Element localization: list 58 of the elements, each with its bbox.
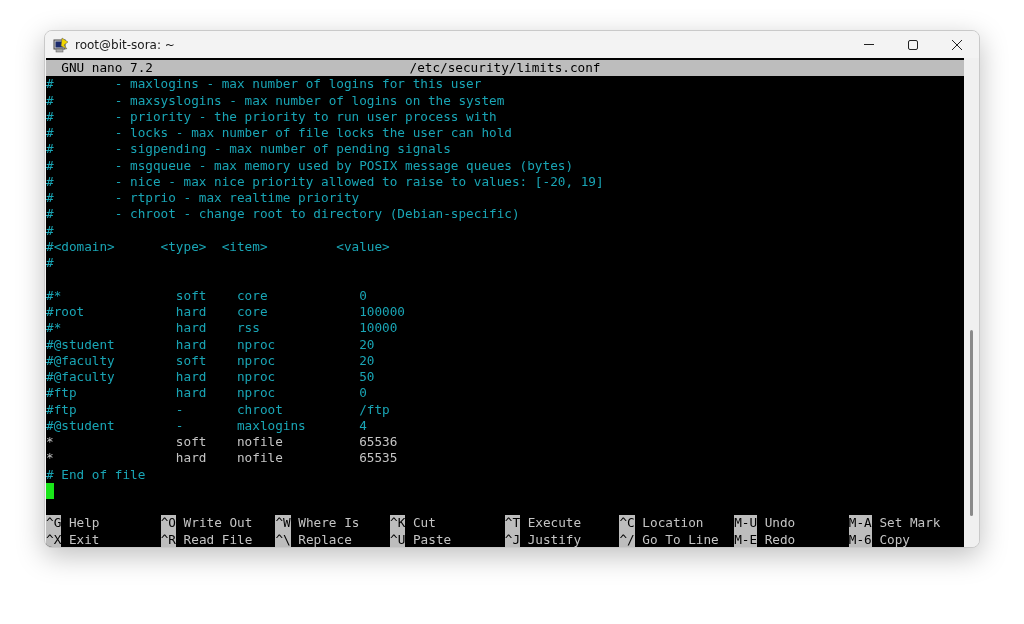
comment-line: # - maxlogins - max number of logins for this user	[46, 76, 482, 92]
text-cursor	[46, 482, 54, 500]
shortcut-label: Set Mark	[879, 515, 941, 532]
shortcut-label: Replace	[298, 531, 352, 547]
shortcut-key: ^O	[160, 515, 176, 532]
comment-line: #ftp hard nproc 0	[46, 385, 367, 401]
comment-line: #	[46, 222, 54, 238]
comment-line: # - maxsyslogins - max number of logins on the system	[46, 92, 505, 108]
shortcut-key: ^T	[504, 515, 521, 532]
shortcut-label: Read File	[183, 531, 253, 547]
shortcut-key: ^K	[390, 515, 406, 532]
comment-line: # - priority - the priority to run user process with	[46, 108, 497, 124]
shortcut-key: M-A	[848, 515, 872, 532]
window-title: root@bit-sora: ~	[75, 37, 176, 52]
maximize-icon	[908, 39, 918, 50]
terminal-app-icon	[53, 36, 69, 53]
nano-version: GNU nano 7.2	[60, 60, 154, 77]
comment-line: # - locks - max number of file locks the user can hold	[46, 125, 512, 141]
shortcut-label: Undo	[764, 515, 796, 532]
shortcut-key: ^C	[619, 515, 635, 532]
close-icon	[952, 39, 962, 50]
comment-line: #@student - maxlogins 4	[46, 417, 367, 433]
config-line: * hard nofile 65535	[46, 450, 398, 466]
comment-line: #<domain> <type> <item> <value>	[46, 238, 390, 254]
shortcut-label: Paste	[413, 531, 452, 547]
shortcut-label: Copy	[879, 531, 910, 547]
shortcut-label: Help	[68, 515, 100, 532]
shortcut-label: Write Out	[183, 515, 253, 532]
comment-line: #	[46, 255, 54, 271]
shortcut-label: Execute	[527, 515, 582, 532]
comment-line: #@faculty hard nproc 50	[46, 369, 375, 385]
comment-line: #@faculty soft nproc 20	[46, 352, 375, 368]
comment-line: #@student hard nproc 20	[46, 336, 375, 352]
shortcut-key: ^W	[275, 515, 291, 532]
shortcut-label: Exit	[68, 531, 100, 547]
scrollbar-thumb[interactable]	[970, 330, 973, 516]
shortcut-label: Where Is	[298, 515, 360, 532]
scrollbar[interactable]	[964, 58, 979, 547]
minimize-icon	[864, 44, 874, 45]
comment-line: #* hard rss 10000	[46, 320, 398, 336]
shortcut-label: Redo	[764, 531, 796, 547]
shortcut-label: Cut	[413, 515, 436, 532]
shortcut-label: Location	[642, 515, 704, 532]
comment-line: #root hard core 100000	[46, 304, 405, 319]
shortcut-label: Justify	[527, 531, 582, 547]
config-line: * soft nofile 65536	[46, 434, 398, 450]
comment-line: # - chroot - change root to directory (Debian-specific)	[46, 206, 520, 222]
shortcut-key: ^G	[46, 515, 62, 532]
comment-line: #* soft core 0	[46, 287, 367, 303]
comment-line: # - msgqueue - max memory used by POSIX message queues (bytes)	[46, 157, 574, 173]
comment-line: # - nice - max nice priority allowed to raise to values: [-20, 19]	[46, 173, 604, 189]
comment-line: # - rtprio - max realtime priority	[46, 190, 360, 206]
file-name: /etc/security/limits.conf	[409, 60, 601, 77]
comment-line: # - sigpending - max number of pending signals	[46, 141, 451, 157]
comment-line: # End of file	[46, 466, 146, 482]
shortcut-label: Go To Line	[642, 531, 719, 547]
comment-line: #ftp - chroot /ftp	[46, 401, 390, 417]
shortcut-key: M-U	[734, 515, 758, 532]
